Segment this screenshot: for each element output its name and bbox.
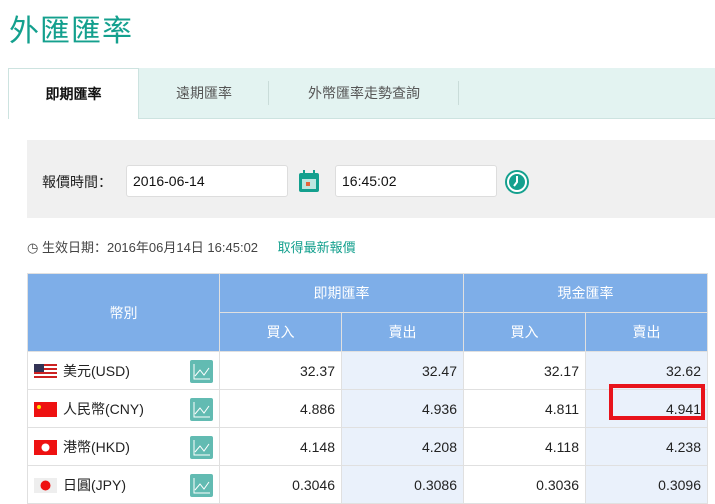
trend-chart-icon[interactable] [190, 398, 213, 421]
spot-sell: 0.3086 [341, 465, 464, 504]
cash-buy: 4.811 [463, 389, 586, 428]
spot-buy: 4.886 [219, 389, 342, 428]
cash-sell: 4.238 [585, 427, 708, 466]
spot-buy: 4.148 [219, 427, 342, 466]
hk-flag-icon [34, 440, 57, 456]
currency-name: 美元(USD) [63, 362, 130, 379]
currency-name: 日圓(JPY) [63, 476, 126, 493]
spot-sell: 4.208 [341, 427, 464, 466]
cn-flag-icon [34, 402, 57, 418]
currency-header: 幣別 [27, 273, 220, 352]
trend-chart-icon[interactable] [190, 360, 213, 383]
spot-sell-header: 賣出 [341, 312, 464, 352]
spot-buy: 0.3046 [219, 465, 342, 504]
spot-sell: 32.47 [341, 351, 464, 390]
spot-buy-header: 買入 [219, 312, 342, 352]
tab-forward-rate[interactable]: 遠期匯率 [139, 68, 269, 118]
cash-rate-header: 現金匯率 [463, 273, 708, 313]
tab-bar: 即期匯率 遠期匯率 外幣匯率走勢查詢 [8, 68, 715, 119]
spot-buy: 32.37 [219, 351, 342, 390]
clock-icon[interactable] [504, 169, 530, 195]
quote-time-label: 報價時間： [42, 174, 112, 190]
cash-buy: 0.3036 [463, 465, 586, 504]
effective-date-text: 生效日期：2016年06月14日 16:45:02 [41, 240, 259, 255]
refresh-quote-link[interactable]: 取得最新報價 [278, 240, 356, 255]
rate-table: 幣別 即期匯率 現金匯率 買入 賣出 買入 賣出 美元(USD) 32.37 3… [27, 273, 708, 504]
tab-spot-rate[interactable]: 即期匯率 [8, 68, 139, 119]
cash-sell-header: 賣出 [585, 312, 708, 352]
calendar-icon[interactable] [298, 169, 320, 193]
quote-time-panel: 報價時間： 2016-06-14 16:45:02 [27, 140, 715, 218]
tab-trend-query[interactable]: 外幣匯率走勢查詢 [269, 68, 459, 118]
cash-buy: 32.17 [463, 351, 586, 390]
page-title: 外匯匯率 [9, 15, 133, 48]
cash-buy: 4.118 [463, 427, 586, 466]
clock-small-icon: ◷ [27, 240, 39, 255]
spot-rate-header: 即期匯率 [219, 273, 464, 313]
highlight-box [609, 384, 705, 420]
us-flag-icon [34, 364, 57, 380]
trend-chart-icon[interactable] [190, 436, 213, 459]
time-input[interactable]: 16:45:02 [335, 165, 497, 197]
date-input[interactable]: 2016-06-14 [126, 165, 288, 197]
spot-sell: 4.936 [341, 389, 464, 428]
currency-name: 人民幣(CNY) [63, 400, 144, 417]
trend-chart-icon[interactable] [190, 474, 213, 497]
table-row: 日圓(JPY) 0.3046 0.3086 0.3036 0.3096 [27, 465, 708, 504]
table-row: 港幣(HKD) 4.148 4.208 4.118 4.238 [27, 427, 708, 466]
table-row: 人民幣(CNY) 4.886 4.936 4.811 4.941 [27, 389, 708, 428]
currency-name: 港幣(HKD) [63, 438, 130, 455]
table-row: 美元(USD) 32.37 32.47 32.17 32.62 [27, 351, 708, 390]
jp-flag-icon [34, 478, 57, 494]
cash-buy-header: 買入 [463, 312, 586, 352]
tab-divider [458, 81, 459, 105]
effective-date: ◷ 生效日期：2016年06月14日 16:45:02 取得最新報價 [27, 237, 356, 256]
cash-sell: 0.3096 [585, 465, 708, 504]
